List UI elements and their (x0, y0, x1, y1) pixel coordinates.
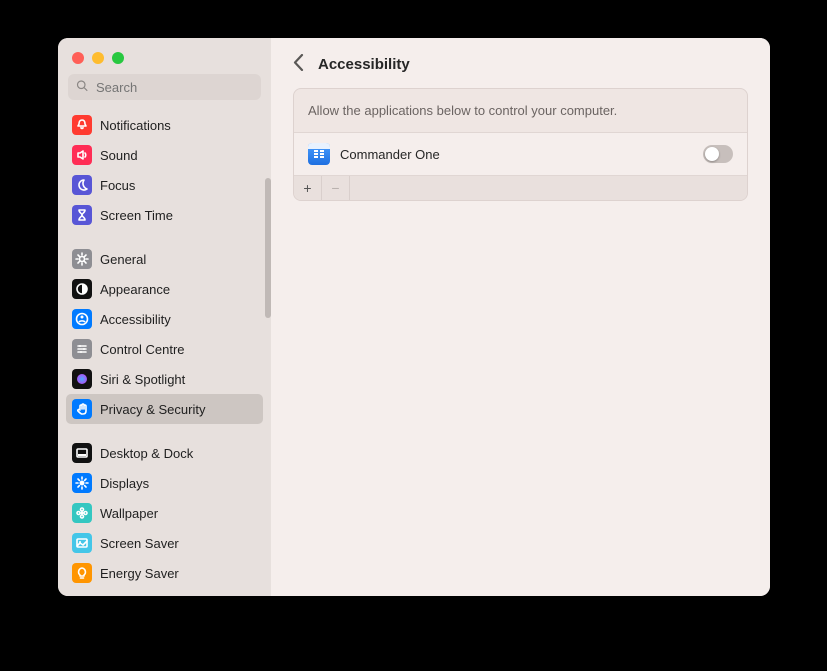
remove-app-button[interactable]: − (322, 176, 350, 200)
sliders-icon (72, 339, 92, 359)
photo-icon (72, 533, 92, 553)
gear-icon (72, 249, 92, 269)
hourglass-icon (72, 205, 92, 225)
apps-panel: Allow the applications below to control … (293, 88, 748, 201)
minimize-button[interactable] (92, 52, 104, 64)
siri-icon (72, 369, 92, 389)
panel-footer: + − (294, 176, 747, 200)
moon-icon (72, 175, 92, 195)
bulb-icon (72, 563, 92, 583)
sidebar-item-label: Wallpaper (100, 506, 158, 521)
sidebar-list[interactable]: Notifications Sound Focus Screen Time Genera… (58, 108, 271, 596)
sidebar-item-label: Energy Saver (100, 566, 179, 581)
bell-icon (72, 115, 92, 135)
sidebar-item-screen-time[interactable]: Screen Time (66, 200, 263, 230)
sidebar-item-label: Privacy & Security (100, 402, 205, 417)
sidebar-item-label: Displays (100, 476, 149, 491)
sidebar: Notifications Sound Focus Screen Time Genera… (58, 38, 271, 596)
sidebar-item-label: Accessibility (100, 312, 171, 327)
sidebar-item-appearance[interactable]: Appearance (66, 274, 263, 304)
sidebar-item-label: Screen Saver (100, 536, 179, 551)
sidebar-item-control-centre[interactable]: Control Centre (66, 334, 263, 364)
system-settings-window: Notifications Sound Focus Screen Time Genera… (58, 38, 770, 596)
sidebar-item-label: Focus (100, 178, 135, 193)
main-header: Accessibility (271, 38, 770, 88)
panel-description: Allow the applications below to control … (294, 89, 747, 133)
sidebar-item-siri-spotlight[interactable]: Siri & Spotlight (66, 364, 263, 394)
sidebar-item-general[interactable]: General (66, 244, 263, 274)
sidebar-item-label: Sound (100, 148, 138, 163)
sidebar-item-privacy-security[interactable]: Privacy & Security (66, 394, 263, 424)
sidebar-item-desktop-dock[interactable]: Desktop & Dock (66, 438, 263, 468)
app-name: Commander One (340, 147, 693, 162)
sidebar-item-label: Appearance (100, 282, 170, 297)
main-panel: Accessibility Allow the applications bel… (271, 38, 770, 596)
back-button[interactable] (293, 54, 304, 74)
sidebar-item-label: Notifications (100, 118, 171, 133)
hand-icon (72, 399, 92, 419)
sidebar-item-label: Screen Time (100, 208, 173, 223)
close-button[interactable] (72, 52, 84, 64)
sidebar-item-label: Control Centre (100, 342, 185, 357)
flower-icon (72, 503, 92, 523)
contrast-icon (72, 279, 92, 299)
sidebar-item-displays[interactable]: Displays (66, 468, 263, 498)
add-app-button[interactable]: + (294, 176, 322, 200)
window-controls (58, 38, 271, 74)
app-row[interactable]: Commander One (294, 133, 747, 176)
scrollbar[interactable] (265, 178, 271, 318)
dock-icon (72, 443, 92, 463)
sun-icon (72, 473, 92, 493)
search-icon (76, 80, 88, 95)
speaker-icon (72, 145, 92, 165)
sidebar-item-label: Desktop & Dock (100, 446, 193, 461)
sidebar-item-wallpaper[interactable]: Wallpaper (66, 498, 263, 528)
sidebar-item-label: General (100, 252, 146, 267)
sidebar-item-energy-saver[interactable]: Energy Saver (66, 558, 263, 588)
app-toggle[interactable] (703, 145, 733, 163)
sidebar-item-accessibility[interactable]: Accessibility (66, 304, 263, 334)
sidebar-item-notifications[interactable]: Notifications (66, 110, 263, 140)
page-title: Accessibility (318, 56, 410, 73)
app-icon (308, 143, 330, 165)
sidebar-item-label: Siri & Spotlight (100, 372, 185, 387)
person-icon (72, 309, 92, 329)
sidebar-item-sound[interactable]: Sound (66, 140, 263, 170)
search-input[interactable] (68, 74, 261, 100)
maximize-button[interactable] (112, 52, 124, 64)
sidebar-item-screen-saver[interactable]: Screen Saver (66, 528, 263, 558)
sidebar-item-focus[interactable]: Focus (66, 170, 263, 200)
